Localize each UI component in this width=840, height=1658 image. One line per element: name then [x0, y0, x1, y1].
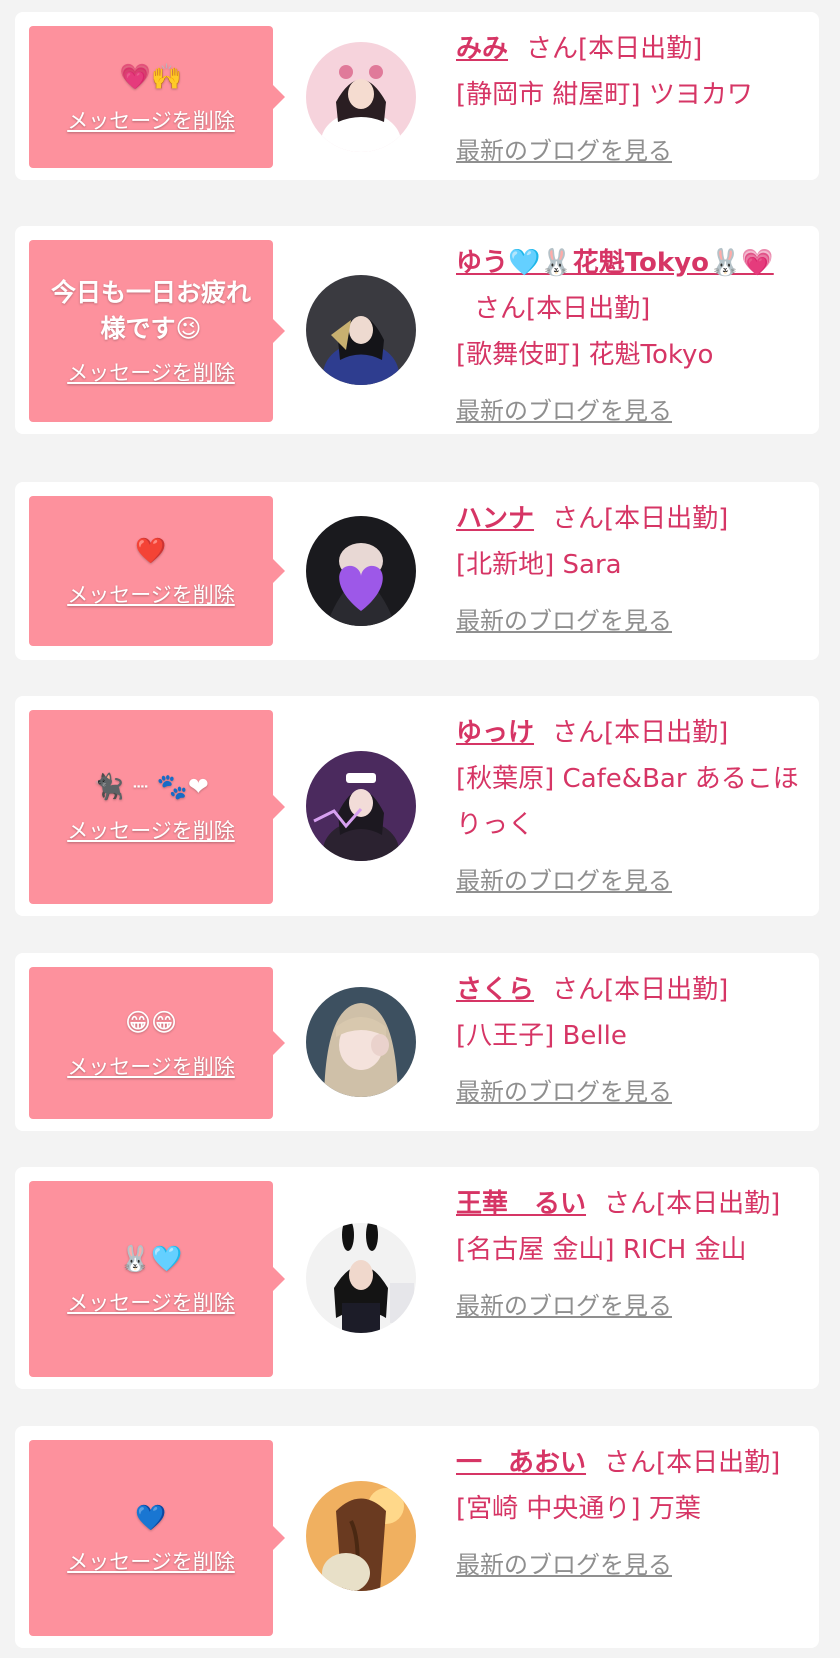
profile-name-link[interactable]: ゆう🩵🐰花魁Tokyo🐰💗 [456, 248, 774, 278]
message-list: 💗🙌 メッセージを削除 みみ さん[本日出勤] [静岡市 紺屋町] ツヨカワ 最新… [0, 0, 840, 1658]
message-bubble: 今日も一日お疲れ様です😉 メッセージを削除 [29, 240, 285, 422]
honorific: さん [474, 294, 527, 324]
message-bubble: 🐰🩵 メッセージを削除 [29, 1181, 285, 1377]
delete-message-link[interactable]: メッセージを削除 [67, 357, 235, 387]
profile-name-link[interactable]: ゆっけ [456, 718, 534, 748]
blog-link[interactable]: 最新のブログを見る [456, 1069, 672, 1115]
message-bubble: ❤️ メッセージを削除 [29, 496, 285, 646]
status-badge: [本日出勤] [604, 504, 729, 534]
blog-link[interactable]: 最新のブログを見る [456, 858, 672, 904]
profile-info: 王華 るい さん[本日出勤] [名古屋 金山] RICH 金山 最新のブログを見る [456, 1181, 806, 1329]
status-badge: [本日出勤] [656, 1448, 781, 1478]
status-badge: [本日出勤] [604, 975, 729, 1005]
status-badge: [本日出勤] [526, 294, 651, 324]
delete-message-link[interactable]: メッセージを削除 [67, 105, 235, 135]
message-text: 💗🙌 [119, 62, 183, 91]
delete-message-link[interactable]: メッセージを削除 [67, 1546, 235, 1576]
message-text: 今日も一日お疲れ様です😉 [50, 278, 251, 343]
message-bubble: 🐈‍⬛ ┈ 🐾❤ メッセージを削除 [29, 710, 285, 904]
message-text: ❤️ [135, 536, 167, 565]
list-item: 💗🙌 メッセージを削除 みみ さん[本日出勤] [静岡市 紺屋町] ツヨカワ 最新… [15, 12, 819, 180]
shop-label: [歌舞伎町] 花魁Tokyo [456, 340, 714, 370]
avatar[interactable] [306, 987, 416, 1097]
honorific: さん [552, 975, 605, 1005]
profile-info: ゆっけ さん[本日出勤] [秋葉原] Cafe&Bar あるこほりっく 最新のブロ… [456, 710, 806, 904]
shop-label: [北新地] Sara [456, 550, 622, 580]
shop-label: [静岡市 紺屋町] ツヨカワ [456, 80, 753, 110]
list-item: 🐰🩵 メッセージを削除 王華 るい さん[本日出勤] [名古屋 金山] RICH … [15, 1167, 819, 1389]
profile-name-link[interactable]: 一 あおい [456, 1448, 586, 1478]
message-text: 💙 [135, 1503, 167, 1532]
status-badge: [本日出勤] [578, 34, 703, 64]
profile-info: みみ さん[本日出勤] [静岡市 紺屋町] ツヨカワ 最新のブログを見る [456, 26, 806, 174]
blog-link[interactable]: 最新のブログを見る [456, 388, 672, 434]
blog-link[interactable]: 最新のブログを見る [456, 1542, 672, 1588]
delete-message-link[interactable]: メッセージを削除 [67, 1051, 235, 1081]
status-badge: [本日出勤] [656, 1189, 781, 1219]
message-text: 😁😁 [124, 1008, 178, 1037]
message-bubble: 💗🙌 メッセージを削除 [29, 26, 285, 168]
message-bubble: 😁😁 メッセージを削除 [29, 967, 285, 1119]
message-text: 🐈‍⬛ ┈ 🐾❤ [93, 772, 209, 801]
avatar[interactable] [306, 751, 416, 861]
profile-info: ゆう🩵🐰花魁Tokyo🐰💗 さん[本日出勤] [歌舞伎町] 花魁Tokyo 最新の… [456, 240, 806, 434]
list-item: 今日も一日お疲れ様です😉 メッセージを削除 ゆう🩵🐰花魁Tokyo🐰💗 さん[本日… [15, 226, 819, 434]
shop-label: [宮崎 中央通り] 万葉 [456, 1494, 701, 1524]
list-item: ❤️ メッセージを削除 ハンナ さん[本日出勤] [北新地] Sara 最新のブロ… [15, 482, 819, 660]
profile-name-link[interactable]: さくら [456, 975, 534, 1005]
profile-info: 一 あおい さん[本日出勤] [宮崎 中央通り] 万葉 最新のブログを見る [456, 1440, 806, 1588]
profile-name-link[interactable]: みみ [456, 34, 508, 64]
profile-info: さくら さん[本日出勤] [八王子] Belle 最新のブログを見る [456, 967, 806, 1115]
message-bubble: 💙 メッセージを削除 [29, 1440, 285, 1636]
honorific: さん [526, 34, 579, 64]
honorific: さん [604, 1448, 657, 1478]
blog-link[interactable]: 最新のブログを見る [456, 598, 672, 644]
list-item: 😁😁 メッセージを削除 さくら さん[本日出勤] [八王子] Belle 最新のブ… [15, 953, 819, 1131]
profile-name-link[interactable]: ハンナ [456, 504, 534, 534]
delete-message-link[interactable]: メッセージを削除 [67, 1287, 235, 1317]
list-item: 🐈‍⬛ ┈ 🐾❤ メッセージを削除 ゆっけ さん[本日出勤] [秋葉原] Cafe… [15, 696, 819, 916]
avatar[interactable] [306, 275, 416, 385]
blog-link[interactable]: 最新のブログを見る [456, 1283, 672, 1329]
avatar[interactable] [306, 42, 416, 152]
list-item: 💙 メッセージを削除 一 あおい さん[本日出勤] [宮崎 中央通り] 万葉 最新… [15, 1426, 819, 1648]
honorific: さん [604, 1189, 657, 1219]
delete-message-link[interactable]: メッセージを削除 [67, 815, 235, 845]
blog-link[interactable]: 最新のブログを見る [456, 128, 672, 174]
avatar[interactable] [306, 1481, 416, 1591]
honorific: さん [552, 504, 605, 534]
profile-info: ハンナ さん[本日出勤] [北新地] Sara 最新のブログを見る [456, 496, 806, 644]
delete-message-link[interactable]: メッセージを削除 [67, 579, 235, 609]
message-text: 🐰🩵 [119, 1244, 183, 1273]
profile-name-link[interactable]: 王華 るい [456, 1189, 586, 1219]
honorific: さん [552, 718, 605, 748]
shop-label: [名古屋 金山] RICH 金山 [456, 1235, 747, 1265]
status-badge: [本日出勤] [604, 718, 729, 748]
shop-label: [秋葉原] Cafe&Bar あるこほりっく [456, 764, 799, 840]
shop-label: [八王子] Belle [456, 1021, 627, 1051]
avatar[interactable] [306, 1223, 416, 1333]
avatar[interactable] [306, 516, 416, 626]
